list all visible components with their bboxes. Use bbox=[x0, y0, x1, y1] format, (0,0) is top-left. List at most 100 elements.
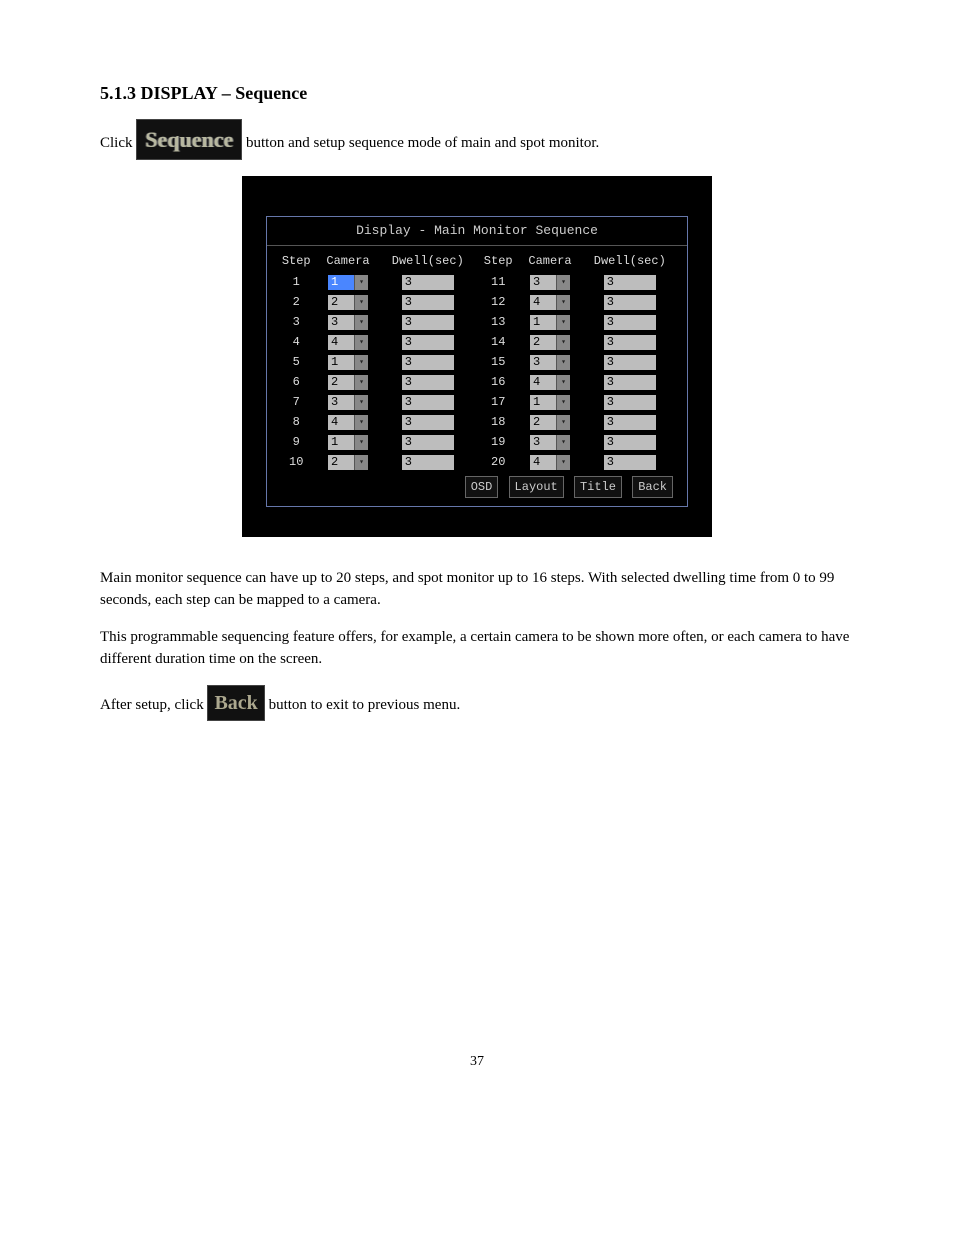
camera-select[interactable]: 4▾ bbox=[530, 375, 570, 390]
chevron-down-icon[interactable]: ▾ bbox=[354, 275, 368, 290]
dwell-input[interactable]: 3 bbox=[402, 455, 454, 470]
chevron-down-icon[interactable]: ▾ bbox=[556, 415, 570, 430]
camera-select[interactable]: 3▾ bbox=[530, 355, 570, 370]
back-button-image[interactable]: Back bbox=[207, 685, 264, 721]
chevron-down-icon[interactable]: ▾ bbox=[556, 375, 570, 390]
dwell-input[interactable]: 3 bbox=[604, 375, 656, 390]
dwell-input[interactable]: 3 bbox=[604, 395, 656, 410]
text: After setup, click bbox=[100, 697, 207, 713]
text: button and setup sequence mode of main a… bbox=[246, 135, 599, 151]
step-cell: 12 bbox=[477, 292, 519, 312]
camera-select[interactable]: 2▾ bbox=[530, 335, 570, 350]
camera-select[interactable]: 2▾ bbox=[328, 455, 368, 470]
table-row: 84▾3182▾3 bbox=[275, 412, 679, 432]
camera-select[interactable]: 1▾ bbox=[328, 435, 368, 450]
chevron-down-icon[interactable]: ▾ bbox=[354, 315, 368, 330]
intro-paragraph: Click Sequence button and setup sequence… bbox=[100, 119, 854, 160]
camera-select[interactable]: 3▾ bbox=[530, 435, 570, 450]
step-cell: 6 bbox=[275, 372, 317, 392]
camera-select[interactable]: 1▾ bbox=[530, 315, 570, 330]
col-step: Step bbox=[275, 250, 317, 272]
step-cell: 1 bbox=[275, 272, 317, 292]
step-cell: 9 bbox=[275, 432, 317, 452]
chevron-down-icon[interactable]: ▾ bbox=[354, 435, 368, 450]
camera-select[interactable]: 3▾ bbox=[530, 275, 570, 290]
dwell-input[interactable]: 3 bbox=[604, 415, 656, 430]
step-cell: 19 bbox=[477, 432, 519, 452]
table-row: 1 1▾ 3 11 3▾ 3 bbox=[275, 272, 679, 292]
chevron-down-icon[interactable]: ▾ bbox=[354, 295, 368, 310]
table-row: 51▾3153▾3 bbox=[275, 352, 679, 372]
camera-select[interactable]: 1▾ bbox=[328, 355, 368, 370]
chevron-down-icon[interactable]: ▾ bbox=[354, 395, 368, 410]
dwell-input[interactable]: 3 bbox=[402, 315, 454, 330]
layout-button[interactable]: Layout bbox=[509, 476, 564, 498]
step-cell: 13 bbox=[477, 312, 519, 332]
table-row: 9 1▾ 3 19 3▾ 3 bbox=[275, 432, 679, 452]
camera-select[interactable]: 2▾ bbox=[328, 295, 368, 310]
dwell-input[interactable]: 3 bbox=[604, 315, 656, 330]
col-dwell: Dwell(sec) bbox=[581, 250, 679, 272]
title-button[interactable]: Title bbox=[574, 476, 622, 498]
dwell-input[interactable]: 3 bbox=[604, 275, 656, 290]
camera-select[interactable]: 1▾ bbox=[328, 275, 368, 290]
camera-select[interactable]: 4▾ bbox=[328, 335, 368, 350]
chevron-down-icon[interactable]: ▾ bbox=[354, 355, 368, 370]
chevron-down-icon[interactable]: ▾ bbox=[556, 295, 570, 310]
step-cell: 20 bbox=[477, 452, 519, 472]
camera-select[interactable]: 1▾ bbox=[530, 395, 570, 410]
dwell-input[interactable]: 3 bbox=[402, 415, 454, 430]
description-paragraph: This programmable sequencing feature off… bbox=[100, 626, 854, 671]
chevron-down-icon[interactable]: ▾ bbox=[354, 335, 368, 350]
panel-title: Display - Main Monitor Sequence bbox=[267, 217, 687, 246]
chevron-down-icon[interactable]: ▾ bbox=[354, 415, 368, 430]
step-cell: 8 bbox=[275, 412, 317, 432]
step-cell: 14 bbox=[477, 332, 519, 352]
osd-button[interactable]: OSD bbox=[465, 476, 499, 498]
chevron-down-icon[interactable]: ▾ bbox=[556, 335, 570, 350]
col-camera: Camera bbox=[519, 250, 580, 272]
chevron-down-icon[interactable]: ▾ bbox=[556, 355, 570, 370]
chevron-down-icon[interactable]: ▾ bbox=[556, 455, 570, 470]
dwell-input[interactable]: 3 bbox=[402, 295, 454, 310]
text: button to exit to previous menu. bbox=[269, 697, 461, 713]
step-cell: 11 bbox=[477, 272, 519, 292]
dwell-input[interactable]: 3 bbox=[604, 295, 656, 310]
chevron-down-icon[interactable]: ▾ bbox=[556, 435, 570, 450]
back-button[interactable]: Back bbox=[632, 476, 673, 498]
camera-select[interactable]: 4▾ bbox=[328, 415, 368, 430]
camera-select[interactable]: 4▾ bbox=[530, 295, 570, 310]
chevron-down-icon[interactable]: ▾ bbox=[556, 395, 570, 410]
camera-select[interactable]: 2▾ bbox=[328, 375, 368, 390]
chevron-down-icon[interactable]: ▾ bbox=[556, 275, 570, 290]
dwell-input[interactable]: 3 bbox=[604, 355, 656, 370]
step-cell: 16 bbox=[477, 372, 519, 392]
step-cell: 7 bbox=[275, 392, 317, 412]
camera-select[interactable]: 2▾ bbox=[530, 415, 570, 430]
table-row: 2 2▾ 3 12 4▾ 3 bbox=[275, 292, 679, 312]
step-cell: 15 bbox=[477, 352, 519, 372]
dwell-input[interactable]: 3 bbox=[402, 355, 454, 370]
dwell-input[interactable]: 3 bbox=[604, 335, 656, 350]
dwell-input[interactable]: 3 bbox=[402, 275, 454, 290]
sequence-button[interactable]: Sequence bbox=[136, 119, 242, 160]
section-title: 5.1.3 DISPLAY – Sequence bbox=[100, 80, 854, 107]
back-paragraph: After setup, click Back button to exit t… bbox=[100, 685, 854, 721]
table-row: 6 2▾ 3 16 4▾ 3 bbox=[275, 372, 679, 392]
dwell-input[interactable]: 3 bbox=[604, 435, 656, 450]
dwell-input[interactable]: 3 bbox=[402, 335, 454, 350]
chevron-down-icon[interactable]: ▾ bbox=[556, 315, 570, 330]
camera-select[interactable]: 4▾ bbox=[530, 455, 570, 470]
chevron-down-icon[interactable]: ▾ bbox=[354, 375, 368, 390]
step-cell: 2 bbox=[275, 292, 317, 312]
camera-select[interactable]: 3▾ bbox=[328, 395, 368, 410]
dwell-input[interactable]: 3 bbox=[402, 375, 454, 390]
dwell-input[interactable]: 3 bbox=[402, 395, 454, 410]
col-camera: Camera bbox=[317, 250, 378, 272]
table-row: 73▾3171▾3 bbox=[275, 392, 679, 412]
chevron-down-icon[interactable]: ▾ bbox=[354, 455, 368, 470]
camera-select[interactable]: 3▾ bbox=[328, 315, 368, 330]
dwell-input[interactable]: 3 bbox=[604, 455, 656, 470]
table-row: 33▾3131▾3 bbox=[275, 312, 679, 332]
dwell-input[interactable]: 3 bbox=[402, 435, 454, 450]
